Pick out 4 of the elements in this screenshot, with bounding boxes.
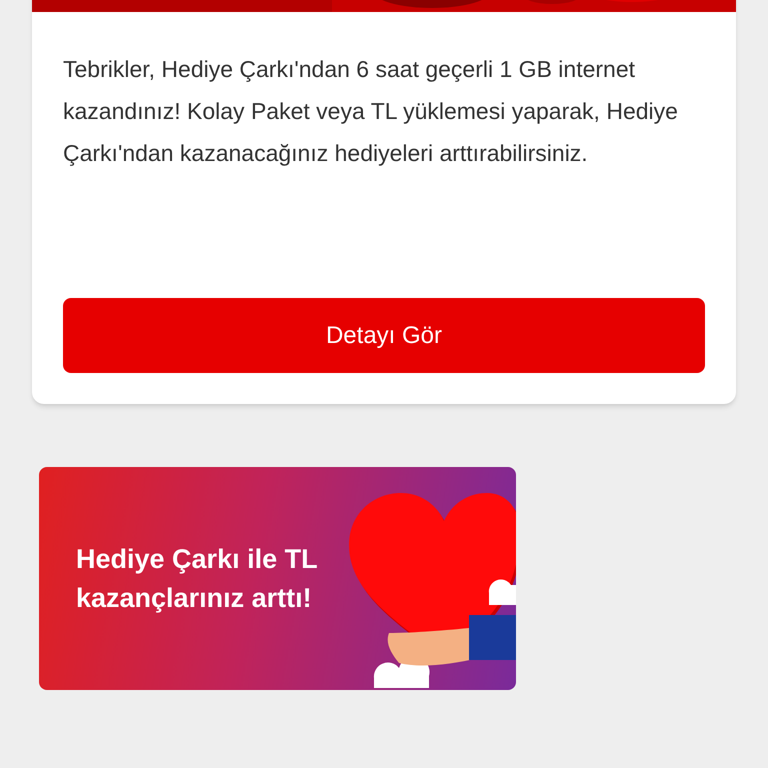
- message-text: Tebrikler, Hediye Çarkı'ndan 6 saat geçerli 1 GB internet kazandınız! Kolay Paket veya TL yüklemesi yaparak, Hediye Çarkı'ndan kazanacağınız hediyeleri arttırabilirsiniz.: [63, 55, 679, 168]
- banner-title: Hediye Çarkı ile TL kazançlarınız arttı!: [76, 542, 318, 615]
- promo-banner[interactable]: Hediye Çarkı ile TL kazançlarınız arttı!: [39, 467, 516, 690]
- details-button[interactable]: Detayı Gör: [63, 298, 705, 373]
